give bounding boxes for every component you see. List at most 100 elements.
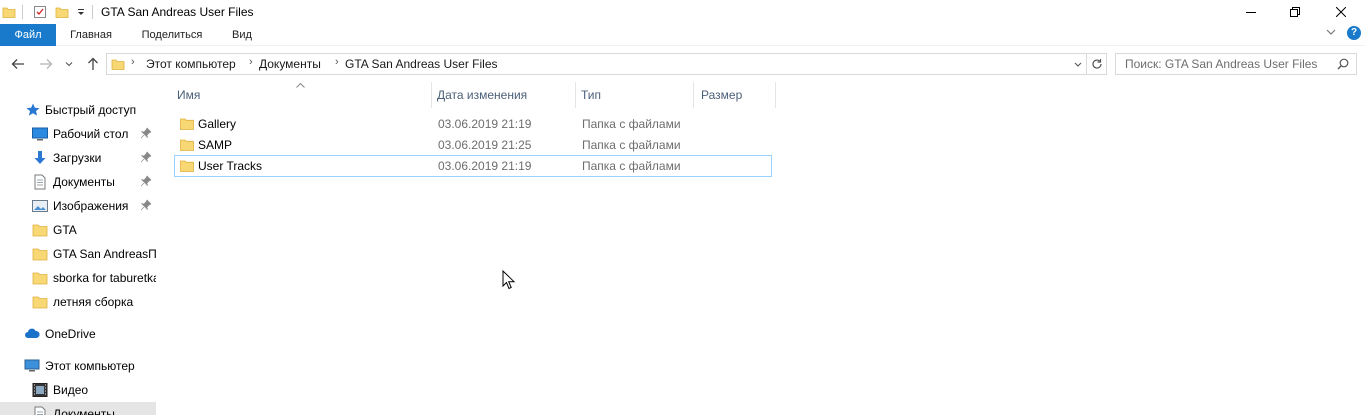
pin-icon [140,199,152,211]
nav-item-gta[interactable]: GTA [0,218,156,242]
address-row: › Этот компьютер › Документы › GTA San A… [0,50,1365,78]
nav-item-pictures[interactable]: Изображения [0,194,156,218]
restore-button[interactable] [1272,0,1318,24]
column-divider[interactable] [575,82,576,108]
folder-icon [111,59,125,70]
nav-item-sborka-for-taburetka[interactable]: sborka for taburetka [0,266,156,290]
table-row[interactable]: Gallery 03.06.2019 21:19 Папка с файлами [174,114,772,135]
column-divider[interactable] [693,82,694,108]
document-icon [34,406,46,415]
arrow-up-icon [88,57,98,70]
file-name: Gallery [198,117,237,131]
minimize-button[interactable] [1228,0,1274,24]
chevron-down-icon[interactable] [1074,62,1082,68]
arrow-left-icon [11,59,24,69]
column-divider[interactable] [431,82,432,108]
refresh-button[interactable] [1087,53,1107,75]
column-divider[interactable] [775,82,776,108]
navigation-pane: Быстрый доступ Рабочий стол Загрузки Док… [0,96,156,415]
file-type: Папка с файлами [582,138,681,152]
tab-view[interactable]: Вид [222,24,262,46]
nav-item-documents-pc[interactable]: Документы [0,402,156,415]
column-header-name[interactable]: Имя [173,82,431,108]
file-date: 03.06.2019 21:25 [438,138,532,152]
folder-icon [32,272,48,285]
breadcrumb-this-pc[interactable]: Этот компьютер [146,57,236,71]
column-header-type[interactable]: Тип [577,82,693,108]
mouse-cursor-icon [502,270,516,290]
pin-icon [140,127,152,139]
title-bar: GTA San Andreas User Files [0,0,1365,24]
expand-ribbon-button[interactable] [1326,28,1336,39]
file-type: Папка с файлами [582,159,681,173]
forward-button[interactable] [37,55,55,73]
nav-item-onedrive[interactable]: OneDrive [0,322,156,346]
close-button[interactable] [1318,0,1364,24]
nav-item-letnyaya-sborka[interactable]: летняя сборка [0,290,156,314]
nav-item-desktop[interactable]: Рабочий стол [0,122,156,146]
pin-icon [140,175,152,187]
table-row[interactable]: User Tracks 03.06.2019 21:19 Папка с фай… [174,155,772,177]
file-date: 03.06.2019 21:19 [438,159,532,173]
tab-share[interactable]: Поделиться [130,24,214,46]
file-name: SAMP [198,138,233,152]
folder-icon [32,296,48,309]
new-folder-button[interactable] [55,4,69,20]
divider [92,5,93,19]
pin-icon [140,151,152,163]
customize-toolbar-button[interactable] [76,4,86,20]
table-row[interactable]: SAMP 03.06.2019 21:25 Папка с файлами [174,135,772,156]
computer-icon [24,359,40,372]
ribbon-tabs: Файл Главная Поделиться Вид ? [0,24,1365,46]
nav-item-documents[interactable]: Документы [0,170,156,194]
breadcrumb-separator[interactable]: › [249,56,253,68]
nav-item-video[interactable]: Видео [0,378,156,402]
column-header-size[interactable]: Размер [697,82,773,108]
file-date: 03.06.2019 21:19 [438,117,532,131]
nav-item-downloads[interactable]: Загрузки [0,146,156,170]
breadcrumb-current-folder[interactable]: GTA San Andreas User Files [345,57,498,71]
folder-icon[interactable] [2,5,16,19]
address-bar[interactable]: › Этот компьютер › Документы › GTA San A… [106,53,1087,75]
properties-icon [34,6,46,18]
dropdown-arrow-icon [78,9,84,15]
file-type: Папка с файлами [582,117,681,131]
desktop-icon [32,127,48,141]
breadcrumb-separator[interactable]: › [335,56,339,68]
tab-file[interactable]: Файл [0,24,56,46]
refresh-icon [1091,59,1102,69]
folder-icon [55,7,69,18]
nav-item-quick-access[interactable]: Быстрый доступ [0,98,156,122]
chevron-down-icon [1326,29,1336,35]
search-icon [1337,58,1349,70]
search-input[interactable]: Поиск: GTA San Andreas User Files [1115,53,1357,75]
document-icon [34,174,46,190]
cloud-icon [25,328,40,338]
folder-icon [180,118,194,130]
folder-icon [180,139,194,151]
folder-icon [32,224,48,237]
folder-icon [180,160,194,172]
download-icon [34,151,46,164]
divider [22,5,23,19]
recent-locations-button[interactable] [63,55,75,73]
properties-button[interactable] [33,4,47,20]
file-name: User Tracks [198,159,263,173]
column-header-date[interactable]: Дата изменения [433,82,575,108]
search-placeholder: Поиск: GTA San Andreas User Files [1125,57,1318,71]
back-button[interactable] [9,55,27,73]
window-title: GTA San Andreas User Files [101,5,254,19]
tab-home[interactable]: Главная [60,24,122,46]
close-icon [1336,7,1346,17]
star-icon [26,103,40,116]
nav-item-this-pc[interactable]: Этот компьютер [0,354,156,378]
help-button[interactable]: ? [1347,26,1361,40]
up-button[interactable] [84,55,102,73]
nav-item-gta-san-andreas[interactable]: GTA San AndreasПр [0,242,156,266]
pictures-icon [32,200,48,212]
folder-icon [32,248,48,261]
arrow-right-icon [40,59,53,69]
breadcrumb-documents[interactable]: Документы [259,57,321,71]
breadcrumb-separator[interactable]: › [131,56,135,68]
minimize-icon [1246,12,1256,13]
